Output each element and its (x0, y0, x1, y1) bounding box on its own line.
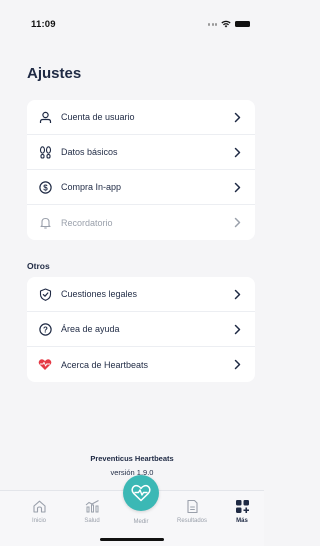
bell-icon (38, 215, 52, 229)
measure-button[interactable] (123, 475, 159, 511)
wifi-icon (221, 20, 231, 28)
battery-icon (235, 21, 250, 27)
settings-item-datos-basicos[interactable]: Datos básicos (27, 135, 255, 170)
user-icon (38, 110, 52, 124)
settings-item-label: Área de ayuda (61, 324, 120, 334)
document-icon (186, 499, 198, 514)
tab-label: Inicio (31, 518, 46, 524)
home-icon (32, 500, 46, 513)
settings-item-label: Compra In-app (61, 182, 122, 192)
status-icons (208, 20, 250, 28)
health-icon (85, 500, 99, 513)
settings-item-cuenta-de-usuario[interactable]: Cuenta de usuario (27, 100, 255, 135)
tab-salud[interactable]: Salud (72, 499, 112, 524)
chevron-right-icon (234, 359, 241, 370)
settings-item-label: Cuenta de usuario (61, 112, 135, 122)
settings-screen: 11:09 Ajustes Cuenta de usuario Datos bá… (0, 0, 264, 546)
status-time: 11:09 (31, 19, 56, 30)
settings-item-label: Cuestiones legales (61, 289, 138, 299)
app-version: versión 1.9.0 (110, 468, 154, 477)
signal-icon (208, 22, 217, 26)
settings-item-recordatorio[interactable]: Recordatorio (27, 205, 255, 240)
tab-resultados[interactable]: Resultados (172, 499, 212, 524)
settings-item-acerca-de-heartbeats[interactable]: Acerca de Heartbeats (27, 347, 255, 382)
settings-item-label: Datos básicos (61, 147, 118, 157)
tab-medir[interactable]: Medir (121, 515, 161, 525)
others-card: Cuestiones legales ? Área de ayuda Acerc… (27, 277, 255, 382)
tab-label: Salud (84, 518, 100, 524)
grid-plus-icon (235, 500, 249, 513)
settings-item-label: Acerca de Heartbeats (61, 359, 149, 370)
svg-text:?: ? (43, 325, 48, 334)
page-title: Ajustes (27, 65, 82, 82)
heart-logo-icon (38, 357, 52, 371)
settings-item-area-de-ayuda[interactable]: ? Área de ayuda (27, 312, 255, 347)
chevron-right-icon (234, 289, 241, 300)
settings-item-compra-in-app[interactable]: $ Compra In-app (27, 170, 255, 205)
chevron-right-icon (234, 217, 241, 228)
chevron-right-icon (234, 112, 241, 123)
status-bar: 11:09 (0, 0, 264, 44)
settings-card: Cuenta de usuario Datos básicos $ Compra… (27, 100, 255, 240)
chevron-right-icon (234, 182, 241, 193)
app-name: Preventicus Heartbeats (90, 454, 174, 463)
svg-text:$: $ (43, 183, 48, 192)
tab-label: Resultados (176, 518, 208, 524)
chevron-right-icon (234, 324, 241, 335)
tab-mas[interactable]: Más (222, 499, 262, 524)
settings-item-label: Recordatorio (61, 217, 113, 228)
tab-inicio[interactable]: Inicio (19, 499, 59, 524)
tab-label: Más (236, 518, 248, 524)
home-indicator (100, 538, 164, 541)
chevron-right-icon (234, 147, 241, 158)
dollar-circle-icon: $ (38, 180, 52, 194)
footprints-icon (38, 145, 52, 159)
question-circle-icon: ? (38, 322, 52, 336)
section-title-otros: Otros (27, 261, 50, 271)
heart-pulse-icon (131, 484, 151, 502)
tab-label: Medir (133, 519, 149, 525)
settings-item-cuestiones-legales[interactable]: Cuestiones legales (27, 277, 255, 312)
shield-check-icon (38, 287, 52, 301)
